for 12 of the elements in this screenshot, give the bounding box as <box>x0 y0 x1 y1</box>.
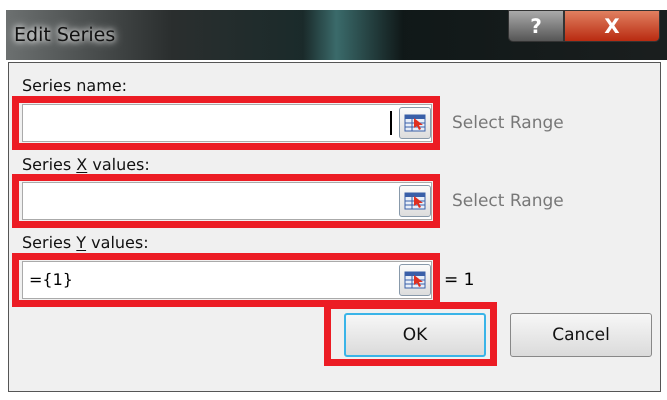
field-note: = 1 <box>444 270 474 290</box>
field-note: Select Range <box>452 112 564 133</box>
field-label: Series Y values: <box>22 234 150 252</box>
cancel-button[interactable]: Cancel <box>510 312 652 357</box>
field-label: Series X values: <box>22 156 151 174</box>
ok-button[interactable]: OK <box>344 312 486 357</box>
help-button[interactable]: ? <box>508 10 564 42</box>
input-field[interactable]: ={1} <box>22 260 432 299</box>
field-label: Series name: <box>22 77 128 95</box>
field-note: Select Range <box>452 191 564 212</box>
close-button[interactable]: X <box>564 10 660 42</box>
window-title: Edit Series <box>13 23 116 48</box>
